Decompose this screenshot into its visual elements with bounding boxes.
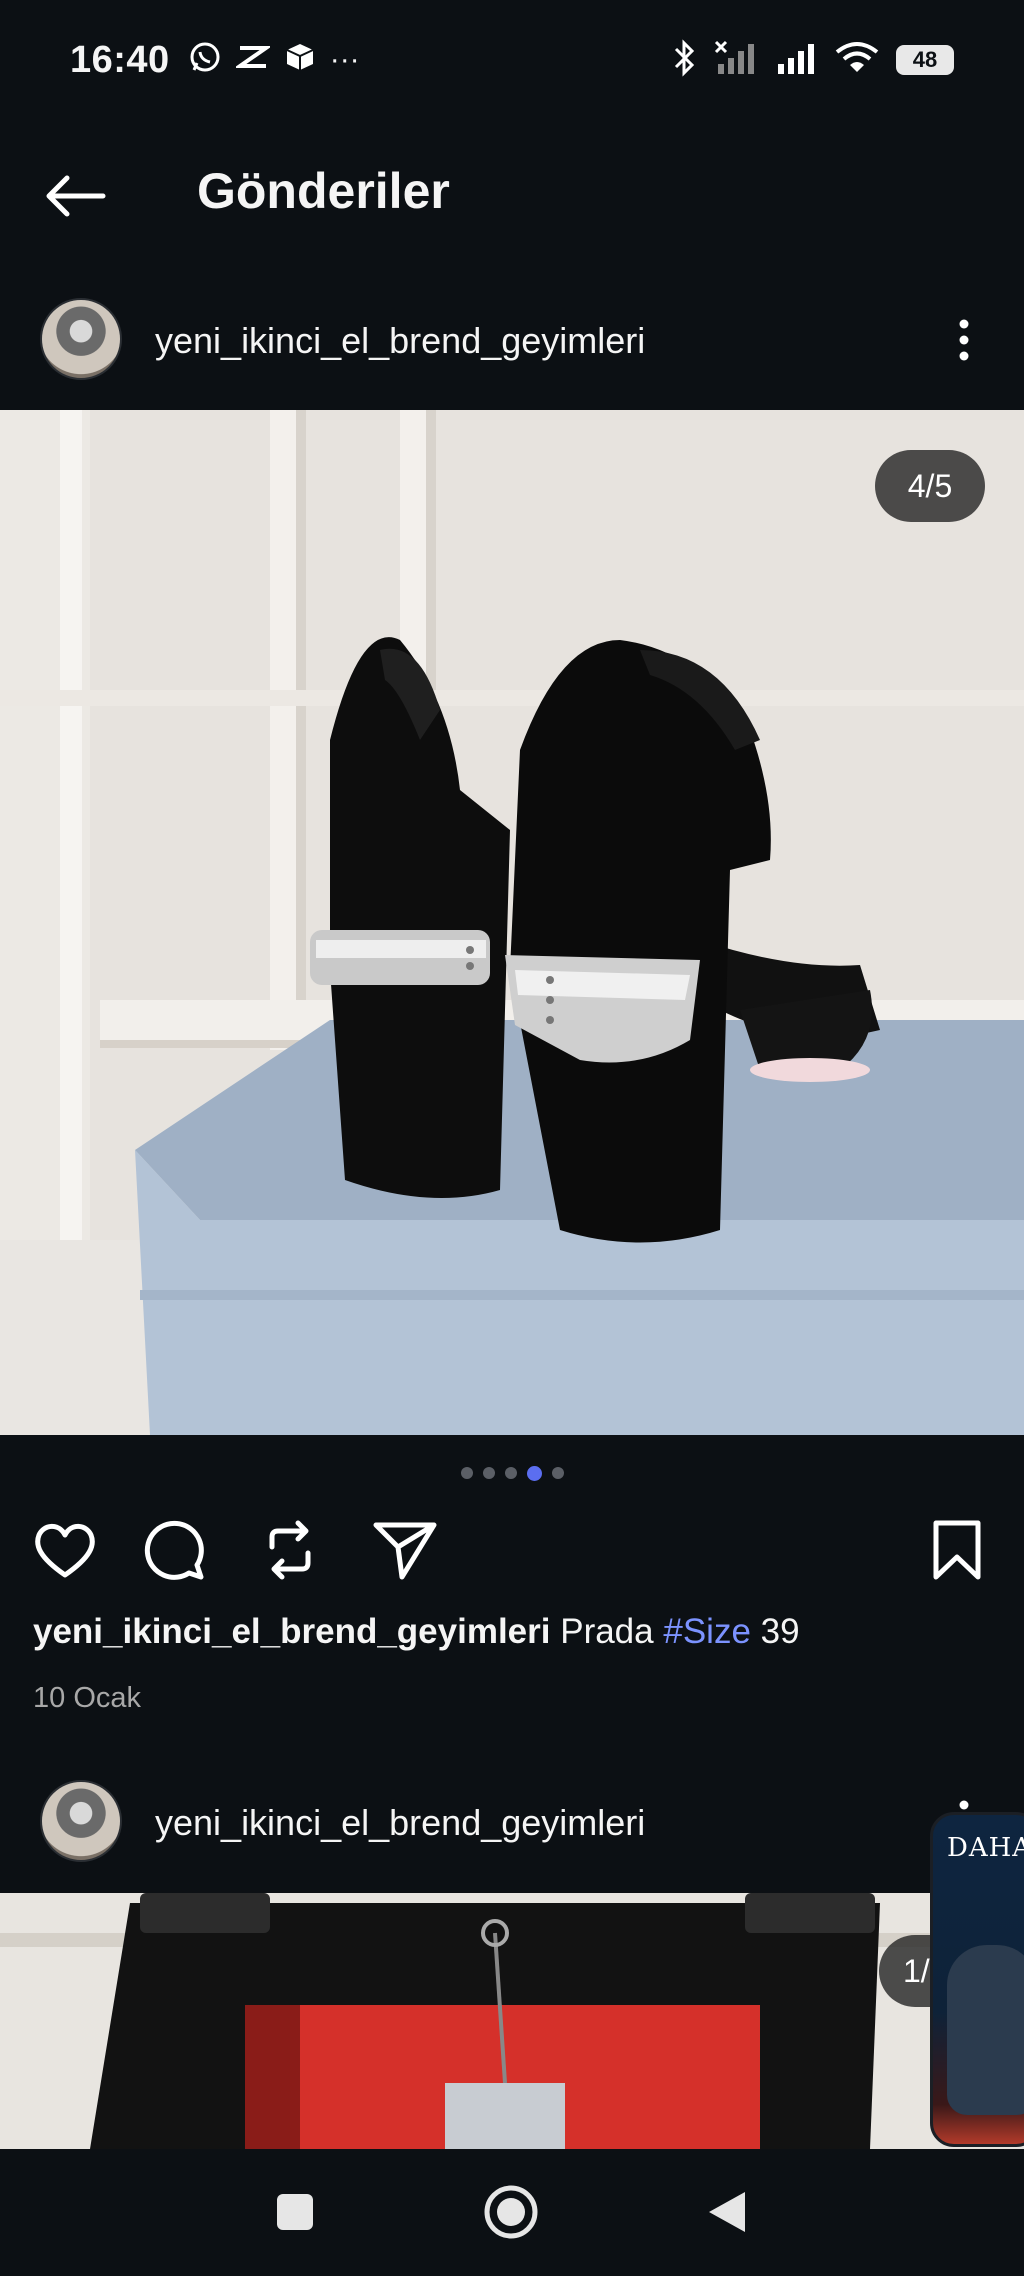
post-photo[interactable]: 4/5 <box>0 410 1024 1435</box>
caption-text: Prada <box>560 1612 654 1651</box>
system-nav-bar <box>0 2149 1024 2276</box>
caption-text-after: 39 <box>760 1612 800 1651</box>
avatar[interactable] <box>40 1780 122 1862</box>
floating-promo-card[interactable]: DAHA <box>930 1812 1024 2147</box>
post-date: 10 Ocak <box>33 1682 141 1714</box>
signal-icon <box>774 40 818 81</box>
battery-icon: 48 <box>896 45 954 75</box>
more-notifications: ··· <box>329 43 360 76</box>
caption-hashtag[interactable]: #Size <box>663 1612 751 1651</box>
recents-icon[interactable] <box>262 2179 328 2245</box>
box-icon <box>284 41 316 79</box>
wifi-icon <box>834 40 880 81</box>
post-header: yeni_ikinci_el_brend_geyimleri <box>0 285 1024 395</box>
carousel-dot-active <box>526 1466 542 1481</box>
repost-icon[interactable] <box>255 1515 325 1585</box>
post-caption: yeni_ikinci_el_brend_geyimleri Prada #Si… <box>33 1612 800 1652</box>
carousel-dot <box>551 1467 564 1479</box>
status-bar: 16:40 ··· 48 <box>0 0 1024 120</box>
photo-shoes-illustration <box>0 410 1024 1435</box>
notification-icons: ··· <box>188 40 360 80</box>
system-icons: 48 <box>672 38 954 82</box>
photo-skirt-illustration <box>0 1893 1024 2149</box>
carousel-dot <box>460 1467 473 1479</box>
image-counter: 4/5 <box>875 450 985 522</box>
back-nav-icon[interactable] <box>694 2179 760 2245</box>
home-icon[interactable] <box>478 2179 544 2245</box>
avatar[interactable] <box>40 298 122 380</box>
carousel-dot <box>504 1467 517 1479</box>
app-header: Gönderiler <box>0 140 1024 250</box>
post-photo-2[interactable]: 1/ <box>0 1893 1024 2149</box>
heart-icon[interactable] <box>30 1515 100 1585</box>
page-title: Gönderiler <box>197 163 450 219</box>
more-options-icon[interactable] <box>944 310 984 370</box>
back-arrow-icon[interactable] <box>40 166 110 226</box>
promo-image <box>947 1945 1024 2115</box>
status-time: 16:40 <box>70 38 170 81</box>
capcut-icon <box>233 40 273 80</box>
comment-icon[interactable] <box>140 1515 210 1585</box>
caption-username[interactable]: yeni_ikinci_el_brend_geyimleri <box>33 1612 550 1651</box>
post-username[interactable]: yeni_ikinci_el_brend_geyimleri <box>155 320 645 362</box>
bookmark-icon[interactable] <box>922 1515 992 1585</box>
post-header-2: yeni_ikinci_el_brend_geyimleri <box>0 1766 1024 1876</box>
bluetooth-icon <box>672 38 698 82</box>
post-username[interactable]: yeni_ikinci_el_brend_geyimleri <box>155 1802 645 1844</box>
whatsapp-icon <box>188 40 222 80</box>
carousel-dots <box>0 1466 1024 1481</box>
signal-no-data-icon <box>714 40 758 81</box>
post-actions <box>0 1515 1024 1585</box>
promo-label: DAHA <box>947 1833 1024 1863</box>
carousel-dot <box>482 1467 495 1479</box>
share-icon[interactable] <box>370 1515 440 1585</box>
